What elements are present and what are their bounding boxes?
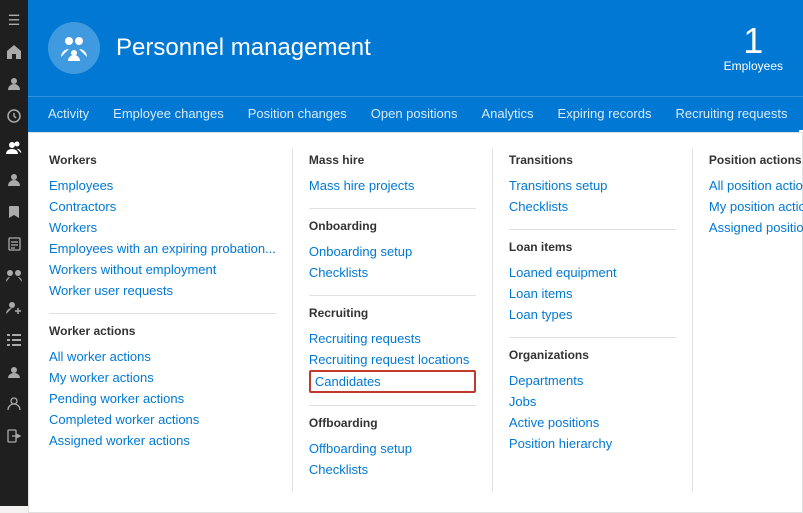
worker-actions-section: Worker actions All worker actions My wor… — [49, 324, 276, 451]
link-transitions-setup[interactable]: Transitions setup — [509, 175, 676, 196]
link-mass-hire-projects[interactable]: Mass hire projects — [309, 175, 476, 196]
divider-onboarding — [309, 208, 476, 209]
link-contractors[interactable]: Contractors — [49, 196, 276, 217]
page-title: Personnel management — [116, 34, 371, 62]
link-recruiting-request-locations[interactable]: Recruiting request locations — [309, 349, 476, 370]
onboarding-title: Onboarding — [309, 219, 476, 233]
link-workers-without-employment[interactable]: Workers without employment — [49, 259, 276, 280]
transitions-title: Transitions — [509, 153, 676, 167]
people-icon[interactable] — [0, 132, 28, 164]
link-offboarding-checklists[interactable]: Checklists — [309, 459, 476, 480]
hamburger-icon[interactable]: ☰ — [0, 4, 28, 36]
mass-hire-title: Mass hire — [309, 153, 476, 167]
position-actions-column: Position actions All position actions My… — [693, 149, 803, 492]
user-group-icon[interactable] — [0, 388, 28, 420]
nav-analytics[interactable]: Analytics — [470, 97, 546, 132]
list-icon[interactable] — [0, 324, 28, 356]
nav-open-positions[interactable]: Open positions — [359, 97, 470, 132]
loan-items-title: Loan items — [509, 240, 676, 254]
link-candidates[interactable]: Candidates — [309, 370, 476, 393]
bookmark-icon[interactable] — [0, 196, 28, 228]
badge-count: 1 — [724, 23, 783, 59]
person-icon[interactable] — [0, 68, 28, 100]
module-icon — [48, 22, 100, 74]
divider-loan-items — [509, 229, 676, 230]
divider-worker-actions — [49, 313, 276, 314]
link-assigned-worker-actions[interactable]: Assigned worker actions — [49, 430, 276, 451]
divider-offboarding — [309, 405, 476, 406]
link-all-position-actions[interactable]: All position actions — [709, 175, 803, 196]
link-employees-expiring-probation[interactable]: Employees with an expiring probation... — [49, 238, 276, 259]
link-position-hierarchy[interactable]: Position hierarchy — [509, 433, 676, 454]
link-pending-worker-actions[interactable]: Pending worker actions — [49, 388, 276, 409]
nav-position-changes[interactable]: Position changes — [236, 97, 359, 132]
nav-employee-changes[interactable]: Employee changes — [101, 97, 236, 132]
nav-recruiting-requests[interactable]: Recruiting requests — [663, 97, 799, 132]
link-worker-user-requests[interactable]: Worker user requests — [49, 280, 276, 301]
transfer-icon[interactable] — [0, 356, 28, 388]
group-icon[interactable] — [0, 260, 28, 292]
link-offboarding-setup[interactable]: Offboarding setup — [309, 438, 476, 459]
home-icon[interactable] — [0, 36, 28, 68]
link-my-position-actions[interactable]: My position actions — [709, 196, 803, 217]
worker-actions-title: Worker actions — [49, 324, 276, 338]
link-employees[interactable]: Employees — [49, 175, 276, 196]
page-header: Personnel management 1 Employees — [28, 0, 803, 96]
link-my-worker-actions[interactable]: My worker actions — [49, 367, 276, 388]
link-active-positions[interactable]: Active positions — [509, 412, 676, 433]
leave-icon[interactable] — [0, 420, 28, 452]
divider-organizations — [509, 337, 676, 338]
link-assigned-position-actions[interactable]: Assigned position actions — [709, 217, 803, 238]
link-completed-worker-actions[interactable]: Completed worker actions — [49, 409, 276, 430]
nav-bar: Activity Employee changes Position chang… — [28, 96, 803, 132]
note-icon[interactable] — [0, 228, 28, 260]
position-actions-section: Position actions All position actions My… — [709, 153, 803, 238]
nav-expiring-records[interactable]: Expiring records — [546, 97, 664, 132]
links-dropdown: Workers Employees Contractors Workers Em… — [28, 132, 803, 513]
loan-items-section: Loan items Loaned equipment Loan items L… — [509, 240, 676, 325]
link-recruiting-requests[interactable]: Recruiting requests — [309, 328, 476, 349]
organizations-section: Organizations Departments Jobs Active po… — [509, 348, 676, 454]
transitions-column: Transitions Transitions setup Checklists… — [493, 149, 693, 492]
link-loan-items[interactable]: Loan items — [509, 283, 676, 304]
workers-column: Workers Employees Contractors Workers Em… — [49, 149, 293, 492]
person2-icon[interactable] — [0, 164, 28, 196]
add-person-icon[interactable] — [0, 292, 28, 324]
mass-hire-column: Mass hire Mass hire projects Onboarding … — [293, 149, 493, 492]
offboarding-title: Offboarding — [309, 416, 476, 430]
link-loan-types[interactable]: Loan types — [509, 304, 676, 325]
position-actions-title: Position actions — [709, 153, 803, 167]
mass-hire-section: Mass hire Mass hire projects — [309, 153, 476, 196]
link-transitions-checklists[interactable]: Checklists — [509, 196, 676, 217]
offboarding-section: Offboarding Offboarding setup Checklists — [309, 416, 476, 480]
divider-recruiting — [309, 295, 476, 296]
recruiting-section: Recruiting Recruiting requests Recruitin… — [309, 306, 476, 393]
link-onboarding-setup[interactable]: Onboarding setup — [309, 241, 476, 262]
nav-links[interactable]: Links — [799, 97, 803, 132]
workers-section-title: Workers — [49, 153, 276, 167]
link-departments[interactable]: Departments — [509, 370, 676, 391]
clock-icon[interactable] — [0, 100, 28, 132]
link-jobs[interactable]: Jobs — [509, 391, 676, 412]
employees-badge[interactable]: 1 Employees — [724, 23, 783, 73]
main-content: Personnel management 1 Employees Activit… — [28, 0, 803, 506]
workers-section: Workers Employees Contractors Workers Em… — [49, 153, 276, 301]
link-loaned-equipment[interactable]: Loaned equipment — [509, 262, 676, 283]
link-onboarding-checklists[interactable]: Checklists — [309, 262, 476, 283]
onboarding-section: Onboarding Onboarding setup Checklists — [309, 219, 476, 283]
link-workers[interactable]: Workers — [49, 217, 276, 238]
recruiting-title: Recruiting — [309, 306, 476, 320]
link-all-worker-actions[interactable]: All worker actions — [49, 346, 276, 367]
nav-activity[interactable]: Activity — [36, 97, 101, 132]
transitions-section: Transitions Transitions setup Checklists — [509, 153, 676, 217]
organizations-title: Organizations — [509, 348, 676, 362]
badge-label: Employees — [724, 59, 783, 73]
sidebar: ☰ — [0, 0, 28, 506]
